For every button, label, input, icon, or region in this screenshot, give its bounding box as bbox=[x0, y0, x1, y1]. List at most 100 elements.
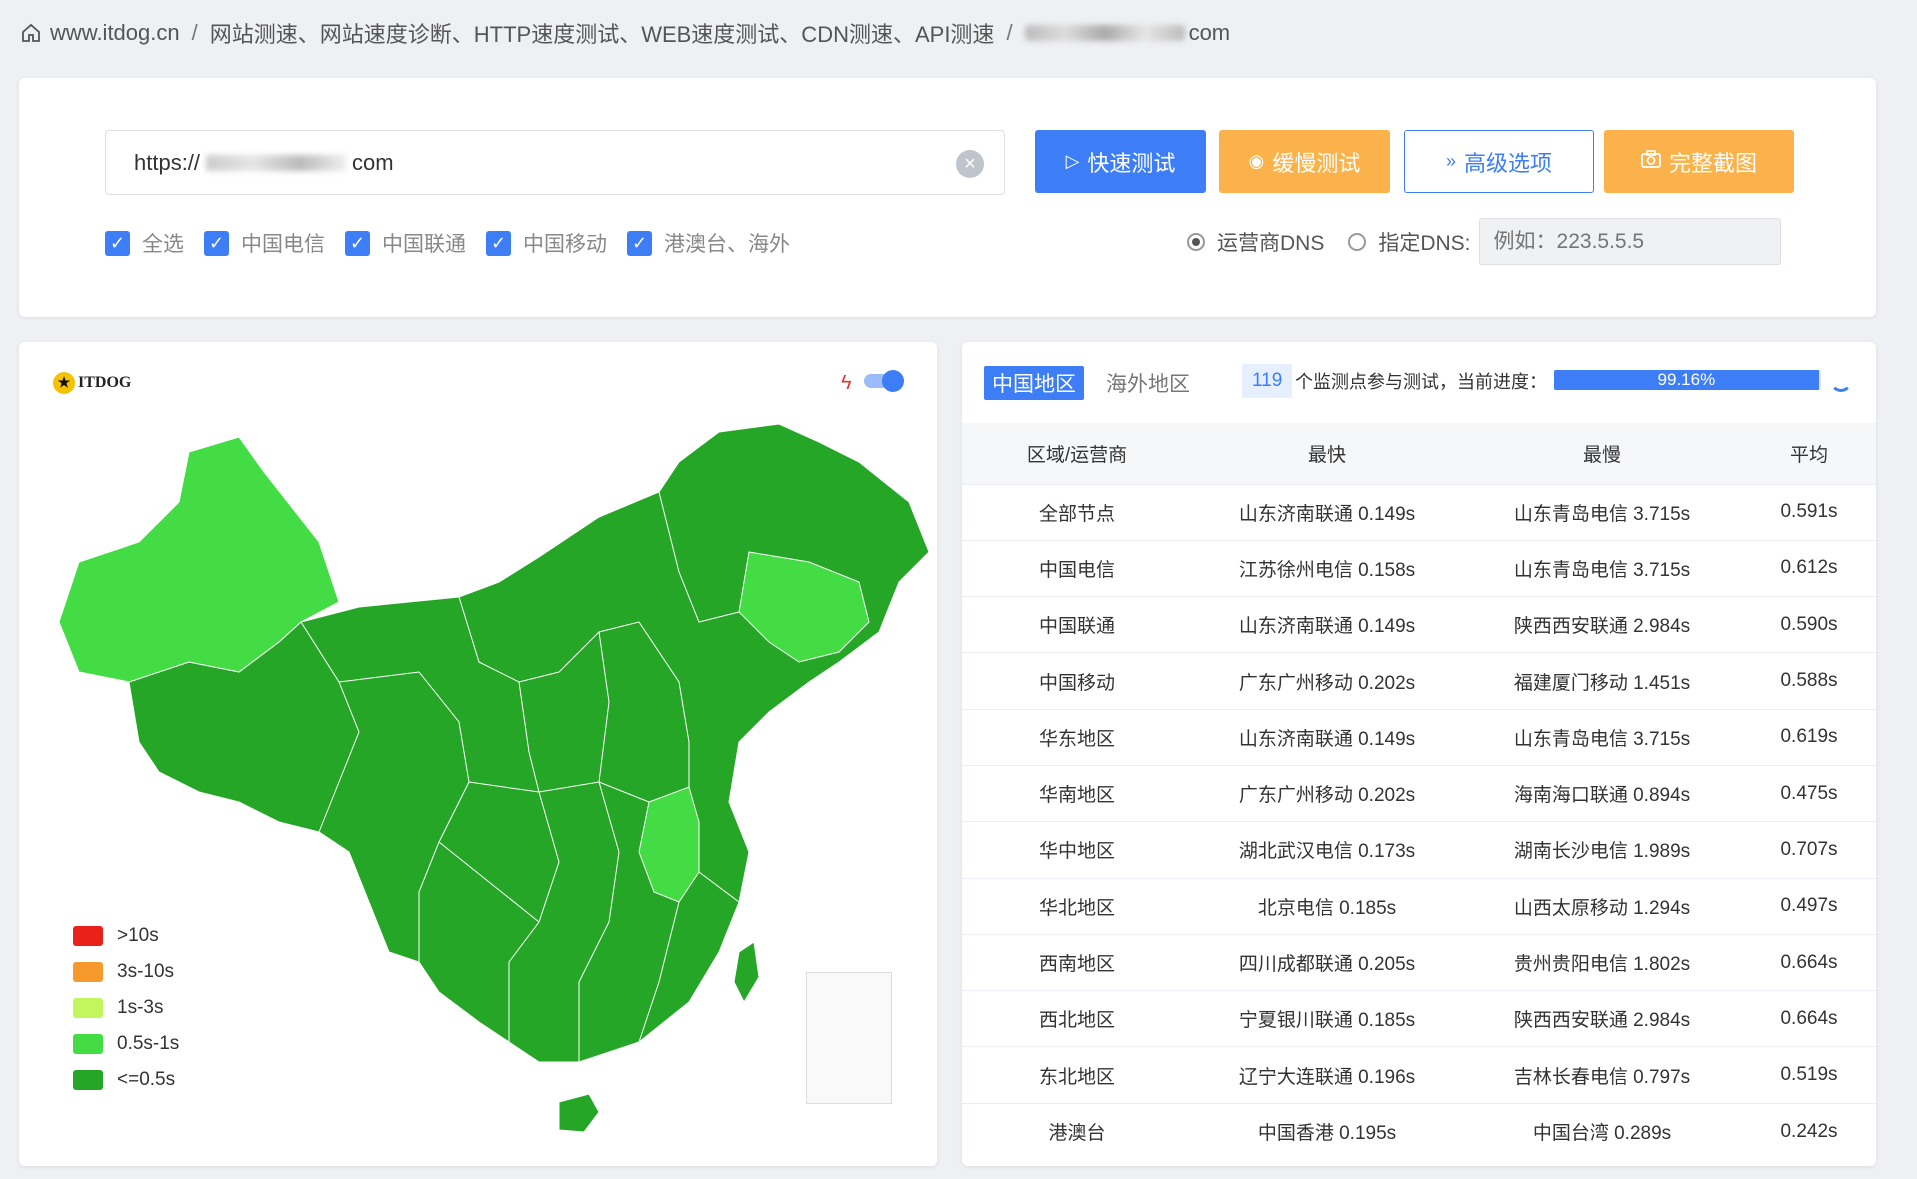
checkbox-label: 中国电信 bbox=[241, 233, 325, 256]
breadcrumb-current: com bbox=[1188, 20, 1231, 45]
table-row: 华北地区 北京电信 0.185s 山西太原移动 1.294s 0.497s bbox=[962, 878, 1876, 934]
breadcrumb-section[interactable]: 网站测速、网站速度诊断、HTTP速度测试、WEB速度测试、CDN测速、API测速 bbox=[210, 17, 995, 49]
table-cell: 东北地区 bbox=[1038, 1066, 1115, 1088]
advanced-options-label: 高级选项 bbox=[1464, 150, 1553, 176]
table-row: 华中地区 湖北武汉电信 0.173s 湖南长沙电信 1.989s 0.707s bbox=[962, 821, 1876, 878]
advanced-options-button[interactable]: » 高级选项 bbox=[1404, 130, 1594, 193]
table-cell: 广东广州移动 0.202s bbox=[1238, 672, 1416, 694]
table-row: 港澳台 中国香港 0.195s 中国台湾 0.289s 0.242s bbox=[962, 1103, 1876, 1159]
checkbox-label: 中国联通 bbox=[382, 233, 466, 256]
legend-label: 1s-3s bbox=[117, 997, 164, 1018]
table-cell: 宁夏银川联通 0.185s bbox=[1238, 1010, 1416, 1032]
legend-label: 0.5s-1s bbox=[117, 1033, 180, 1054]
redacted-domain bbox=[1024, 25, 1185, 41]
table-cell: 中国电信 bbox=[1038, 559, 1115, 581]
url-suffix: com bbox=[352, 149, 394, 175]
itdog-logo: ★ ITDOG bbox=[53, 372, 131, 394]
radio-isp-dns[interactable]: 运营商DNS bbox=[1187, 227, 1324, 257]
table-cell: 0.475s bbox=[1780, 782, 1838, 804]
check-icon: ✓ bbox=[627, 230, 652, 256]
check-icon: ✓ bbox=[345, 230, 370, 256]
url-prefix: https:// bbox=[134, 149, 201, 175]
table-cell: 0.664s bbox=[1780, 951, 1838, 973]
dns-options: 运营商DNS 指定DNS: bbox=[1187, 218, 1781, 265]
checkbox-label: 中国移动 bbox=[523, 233, 607, 256]
table-cell: 陕西西安联通 2.984s bbox=[1513, 616, 1691, 638]
table-cell: 华东地区 bbox=[1038, 728, 1115, 750]
check-icon: ✓ bbox=[204, 230, 229, 256]
table-row: 东北地区 辽宁大连联通 0.196s 吉林长春电信 0.797s 0.519s bbox=[962, 1046, 1876, 1103]
table-row: 华东地区 山东济南联通 0.149s 山东青岛电信 3.715s 0.619s bbox=[962, 709, 1876, 765]
progress-bar: 99.16% bbox=[1554, 370, 1821, 390]
dog-icon: ★ bbox=[53, 372, 75, 394]
column-header-fastest: 最快 bbox=[1307, 444, 1346, 466]
play-icon: ▷ bbox=[1065, 151, 1080, 171]
legend-label: >10s bbox=[117, 925, 159, 946]
table-cell: 中国移动 bbox=[1038, 672, 1115, 694]
region-tabs: 中国地区 海外地区 bbox=[984, 366, 1212, 400]
radio-dot bbox=[1187, 232, 1205, 251]
table-row: 中国电信 江苏徐州电信 0.158s 山东青岛电信 3.715s 0.612s bbox=[962, 540, 1876, 596]
table-cell: 0.591s bbox=[1780, 501, 1838, 523]
checkbox-telecom[interactable]: ✓ 中国电信 bbox=[204, 228, 325, 258]
screenshot-button[interactable]: 完整截图 bbox=[1604, 130, 1794, 193]
map-legend: >10s 3s-10s 1s-3s 0.5s-1s <=0.5s bbox=[73, 918, 179, 1098]
camera-icon bbox=[1641, 150, 1661, 173]
legend-swatch bbox=[73, 998, 103, 1018]
url-input[interactable]: https:// com × bbox=[105, 130, 1005, 195]
checkbox-mobile[interactable]: ✓ 中国移动 bbox=[486, 228, 607, 258]
legend-item: 0.5s-1s bbox=[73, 1026, 179, 1062]
fast-test-button[interactable]: ▷ 快速测试 bbox=[1035, 130, 1206, 193]
table-row: 中国移动 广东广州移动 0.202s 福建厦门移动 1.451s 0.588s bbox=[962, 652, 1876, 709]
radio-label: 指定DNS: bbox=[1378, 231, 1471, 255]
table-cell: 0.242s bbox=[1780, 1120, 1838, 1142]
tab-china[interactable]: 中国地区 bbox=[984, 366, 1084, 400]
tab-overseas[interactable]: 海外地区 bbox=[1098, 366, 1198, 400]
test-control-panel: https:// com × ▷ 快速测试 ◉ 缓慢测试 » 高级选项 完整截图… bbox=[19, 78, 1876, 317]
breadcrumb-home[interactable]: www.itdog.cn bbox=[50, 20, 180, 46]
region-taiwan[interactable] bbox=[733, 941, 760, 1004]
radio-label: 运营商DNS bbox=[1217, 231, 1325, 255]
legend-label: <=0.5s bbox=[117, 1069, 176, 1090]
region-hainan[interactable] bbox=[558, 1093, 600, 1133]
chevron-double-down-icon: » bbox=[1445, 151, 1456, 171]
table-cell: 0.664s bbox=[1780, 1007, 1838, 1029]
legend-item: 1s-3s bbox=[73, 990, 179, 1026]
table-cell: 吉林长春电信 0.797s bbox=[1513, 1066, 1691, 1088]
table-cell: 西北地区 bbox=[1038, 1010, 1115, 1032]
legend-swatch bbox=[73, 926, 103, 946]
radio-custom-dns[interactable]: 指定DNS: bbox=[1348, 227, 1471, 257]
checkbox-select-all[interactable]: ✓ 全选 bbox=[105, 228, 184, 258]
checkbox-label: 全选 bbox=[142, 233, 184, 256]
column-header-slowest: 最慢 bbox=[1582, 444, 1621, 466]
breadcrumb: www.itdog.cn / 网站测速、网站速度诊断、HTTP速度测试、WEB速… bbox=[20, 18, 1230, 48]
animation-toggle[interactable] bbox=[864, 370, 904, 392]
table-cell: 中国联通 bbox=[1038, 616, 1115, 638]
table-cell: 中国香港 0.195s bbox=[1257, 1123, 1397, 1145]
home-icon[interactable] bbox=[20, 22, 42, 44]
screenshot-label: 完整截图 bbox=[1668, 150, 1757, 176]
table-cell: 山东青岛电信 3.715s bbox=[1513, 559, 1691, 581]
table-cell: 0.590s bbox=[1780, 613, 1838, 635]
table-cell: 0.588s bbox=[1780, 670, 1838, 692]
table-cell: 山东济南联通 0.149s bbox=[1238, 503, 1416, 525]
table-cell: 0.612s bbox=[1780, 557, 1838, 579]
slow-test-button[interactable]: ◉ 缓慢测试 bbox=[1219, 130, 1390, 193]
table-cell: 山东青岛电信 3.715s bbox=[1513, 503, 1691, 525]
dns-input[interactable] bbox=[1478, 218, 1781, 265]
table-row: 西北地区 宁夏银川联通 0.185s 陕西西安联通 2.984s 0.664s bbox=[962, 990, 1876, 1047]
table-cell: 贵州贵阳电信 1.802s bbox=[1513, 954, 1691, 976]
table-cell: 西南地区 bbox=[1038, 954, 1115, 976]
checkbox-unicom[interactable]: ✓ 中国联通 bbox=[345, 228, 466, 258]
table-row: 西南地区 四川成都联通 0.205s 贵州贵阳电信 1.802s 0.664s bbox=[962, 934, 1876, 990]
checkbox-overseas[interactable]: ✓ 港澳台、海外 bbox=[627, 228, 790, 258]
check-icon: ✓ bbox=[486, 230, 511, 256]
column-header-average: 平均 bbox=[1789, 444, 1828, 466]
south-china-sea-inset bbox=[806, 972, 892, 1104]
table-cell: 四川成都联通 0.205s bbox=[1238, 954, 1416, 976]
check-icon: ✓ bbox=[105, 230, 130, 256]
loading-spinner-icon bbox=[1830, 370, 1852, 392]
results-table: 区域/运营商 最快 最慢 平均 全部节点 山东济南联通 0.149s 山东青岛电信 … bbox=[962, 423, 1876, 1160]
clear-icon[interactable]: × bbox=[956, 150, 984, 178]
table-cell: 山东济南联通 0.149s bbox=[1238, 616, 1416, 638]
